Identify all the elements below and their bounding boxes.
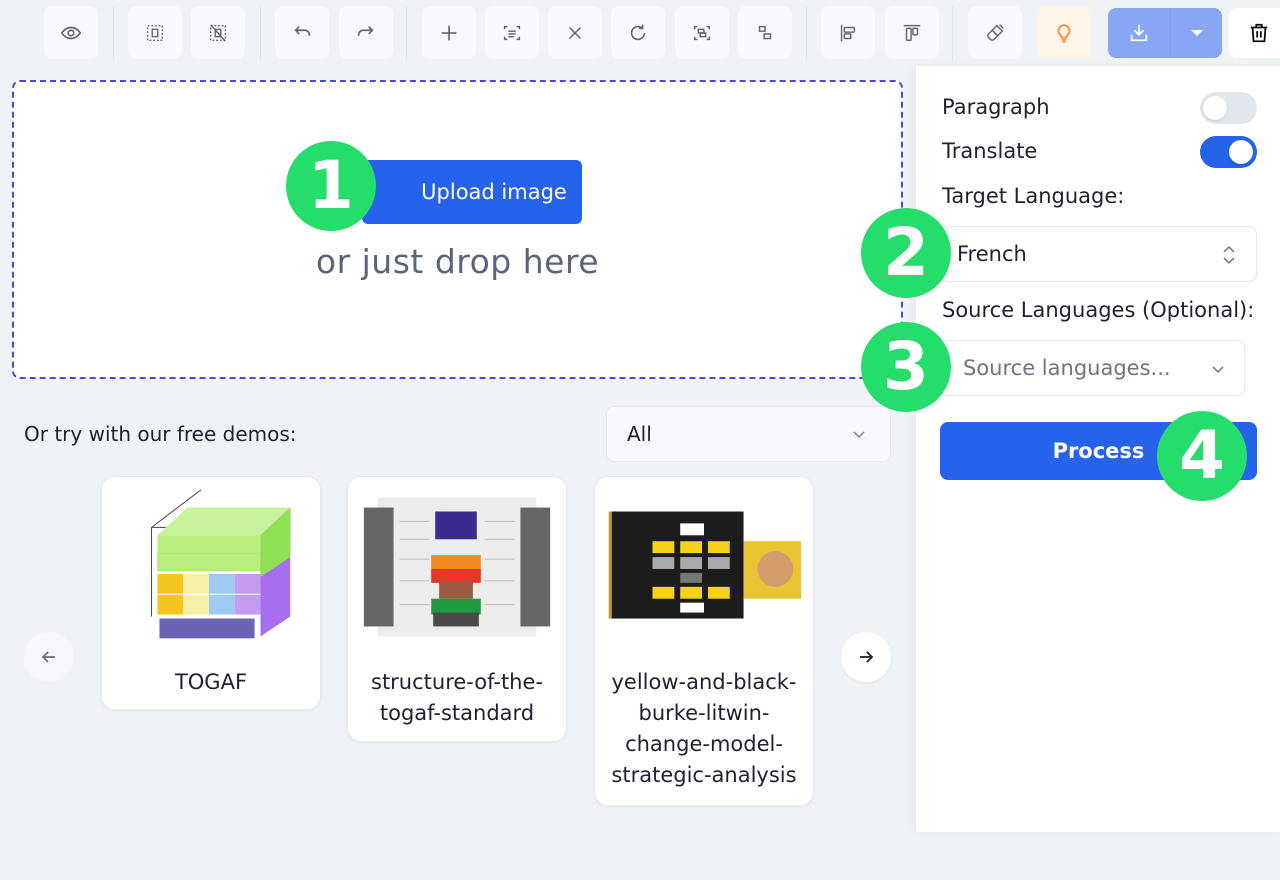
brush-icon	[987, 23, 1004, 41]
toolbar-divider	[806, 6, 807, 60]
download-split-button	[1108, 8, 1222, 58]
chevron-down-icon	[853, 431, 865, 439]
target-language-value: French	[957, 242, 1027, 266]
remove-button[interactable]	[548, 6, 602, 59]
undo-button[interactable]	[275, 6, 329, 59]
toggle-knob	[1203, 96, 1227, 120]
trash-icon	[1250, 23, 1268, 43]
source-languages-placeholder: Source languages...	[963, 356, 1171, 380]
arrange-icon	[758, 25, 772, 39]
group-icon	[693, 25, 711, 40]
demos-label: Or try with our free demos:	[24, 422, 297, 446]
target-language-label: Target Language:	[942, 184, 1125, 208]
target-language-select[interactable]: French	[940, 226, 1257, 282]
align-top-icon	[903, 24, 921, 41]
close-icon	[568, 26, 582, 39]
plus-icon	[441, 25, 457, 40]
toolbar-divider	[113, 6, 114, 60]
download-icon	[1130, 24, 1148, 42]
download-options-button[interactable]	[1170, 8, 1222, 58]
tips-button[interactable]	[1037, 6, 1091, 59]
carousel-next-button[interactable]	[841, 632, 891, 682]
scan-text-icon	[503, 25, 521, 40]
demo-card[interactable]: TOGAF	[101, 476, 321, 710]
demo-filter-value: All	[627, 422, 652, 446]
delete-button[interactable]	[1229, 8, 1280, 58]
group-button[interactable]	[675, 6, 729, 59]
demo-thumbnail	[608, 511, 802, 619]
undo-icon	[294, 25, 311, 36]
carousel-prev-button[interactable]	[24, 632, 74, 682]
paragraph-label: Paragraph	[942, 95, 1050, 119]
demo-thumbnail	[151, 489, 291, 639]
select-region-icon	[146, 24, 164, 41]
demo-card-title: yellow-and-black- burke-litwin- change-m…	[611, 670, 797, 787]
demo-thumbnail	[363, 497, 551, 637]
chevron-up-down-icon	[1223, 245, 1235, 265]
translate-label: Translate	[942, 139, 1038, 163]
arrow-left-icon	[41, 651, 55, 663]
refresh-icon	[630, 24, 646, 40]
add-button[interactable]	[422, 6, 476, 59]
step-badge-1: 1	[286, 141, 376, 231]
source-languages-label: Source Languages (Optional):	[942, 298, 1255, 322]
image-dropzone[interactable]: Upload image or just drop here	[12, 80, 903, 379]
demo-card-title: structure-of-the- togaf-standard	[371, 670, 543, 725]
source-languages-select[interactable]: Source languages...	[940, 340, 1245, 396]
redo-button[interactable]	[339, 6, 393, 59]
align-left-button[interactable]	[821, 6, 875, 59]
demo-card-title: TOGAF	[174, 670, 248, 694]
download-button[interactable]	[1108, 8, 1170, 58]
lightbulb-icon	[1057, 23, 1071, 43]
align-left-icon	[840, 24, 856, 41]
paragraph-toggle[interactable]	[1200, 92, 1257, 124]
caret-down-icon	[1190, 30, 1203, 36]
arrow-right-icon	[860, 651, 874, 663]
step-badge-3: 3	[861, 322, 951, 412]
toggle-knob	[1229, 140, 1253, 164]
demo-card[interactable]: yellow-and-black- burke-litwin- change-m…	[594, 476, 814, 806]
step-badge-4: 4	[1157, 411, 1247, 501]
translate-toggle[interactable]	[1200, 136, 1257, 168]
demo-filter-select[interactable]: All	[606, 406, 891, 462]
redo-icon	[357, 25, 374, 36]
demo-card[interactable]: structure-of-the- togaf-standard	[347, 476, 567, 742]
upload-image-button[interactable]: Upload image	[362, 160, 582, 224]
refresh-button[interactable]	[611, 6, 665, 59]
preview-button[interactable]	[44, 6, 98, 59]
eye-icon	[60, 26, 82, 39]
drop-hint: or just drop here	[315, 242, 600, 281]
scan-text-button[interactable]	[485, 6, 539, 59]
deselect-region-button[interactable]	[191, 6, 245, 59]
toolbar	[0, 0, 1280, 66]
chevron-down-icon	[1212, 366, 1224, 374]
brush-button[interactable]	[968, 6, 1022, 59]
step-badge-2: 2	[861, 208, 951, 298]
toolbar-divider	[952, 6, 953, 60]
toolbar-divider	[406, 6, 407, 60]
deselect-region-icon	[209, 23, 227, 42]
align-top-button[interactable]	[885, 6, 939, 59]
arrange-button[interactable]	[738, 6, 792, 59]
toolbar-divider	[260, 6, 261, 60]
select-region-button[interactable]	[128, 6, 182, 59]
